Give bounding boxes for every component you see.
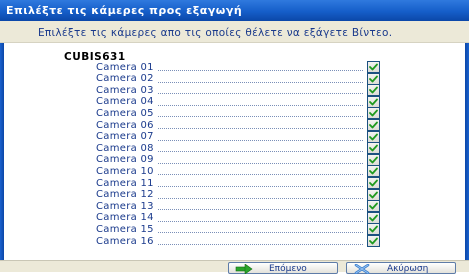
camera-label: Camera 03 bbox=[96, 84, 154, 96]
camera-label: Camera 06 bbox=[96, 119, 154, 131]
dotted-leader bbox=[157, 139, 363, 141]
window-title: Επιλέξτε τις κάμερες προς εξαγωγή bbox=[0, 0, 469, 21]
camera-row: Camera 10 bbox=[96, 165, 380, 178]
camera-label: Camera 14 bbox=[96, 212, 154, 224]
dotted-leader bbox=[157, 232, 363, 234]
camera-row: Camera 13 bbox=[96, 200, 380, 213]
checkmark-icon bbox=[369, 63, 378, 71]
dotted-leader bbox=[157, 162, 363, 164]
checkmark-icon bbox=[369, 86, 378, 94]
checkmark-icon bbox=[369, 237, 378, 245]
dotted-leader bbox=[157, 197, 363, 199]
camera-checkbox[interactable] bbox=[367, 200, 380, 213]
camera-row: Camera 11 bbox=[96, 177, 380, 189]
checkmark-icon bbox=[369, 121, 378, 129]
dotted-leader bbox=[157, 220, 363, 222]
checkmark-icon bbox=[369, 133, 378, 140]
next-button-label: Επόμενο bbox=[269, 264, 307, 274]
window-frame-right bbox=[465, 21, 469, 271]
camera-label: Camera 09 bbox=[96, 154, 154, 166]
camera-checkbox[interactable] bbox=[367, 142, 380, 155]
camera-checkbox[interactable] bbox=[367, 223, 380, 236]
camera-label: Camera 16 bbox=[96, 235, 154, 247]
camera-row: Camera 09 bbox=[96, 153, 380, 166]
camera-label: Camera 10 bbox=[96, 165, 154, 177]
dotted-leader bbox=[157, 93, 363, 95]
camera-label: Camera 15 bbox=[96, 223, 154, 235]
checkmark-icon bbox=[369, 167, 378, 175]
camera-checkbox[interactable] bbox=[367, 177, 380, 189]
camera-checkbox[interactable] bbox=[367, 72, 380, 85]
checkmark-icon bbox=[369, 109, 378, 117]
dotted-leader bbox=[157, 209, 363, 211]
camera-checkbox[interactable] bbox=[367, 165, 380, 178]
camera-label: Camera 05 bbox=[96, 107, 154, 119]
camera-row: Camera 04 bbox=[96, 95, 380, 108]
checkmark-icon bbox=[369, 202, 378, 210]
camera-row: Camera 01 bbox=[96, 61, 380, 73]
checkmark-icon bbox=[369, 225, 378, 233]
camera-row: Camera 02 bbox=[96, 72, 380, 85]
checkmark-icon bbox=[369, 156, 378, 164]
camera-label: Camera 08 bbox=[96, 142, 154, 154]
camera-row: Camera 14 bbox=[96, 211, 380, 224]
camera-label: Camera 13 bbox=[96, 200, 154, 212]
camera-label: Camera 12 bbox=[96, 189, 154, 201]
instruction-text: Επιλέξτε τις κάμερες απο τις οποίες θέλε… bbox=[0, 21, 469, 43]
camera-label: Camera 04 bbox=[96, 96, 154, 108]
camera-row: Camera 07 bbox=[96, 130, 380, 143]
camera-checkbox[interactable] bbox=[367, 95, 380, 108]
dotted-leader bbox=[157, 70, 363, 71]
arrow-right-icon bbox=[235, 263, 253, 275]
checkmark-icon bbox=[369, 75, 378, 82]
dotted-leader bbox=[157, 128, 363, 129]
checkmark-icon bbox=[369, 98, 378, 106]
camera-label: Camera 07 bbox=[96, 131, 154, 143]
camera-row: Camera 03 bbox=[96, 84, 380, 97]
camera-row: Camera 12 bbox=[96, 188, 380, 201]
camera-row: Camera 15 bbox=[96, 223, 380, 236]
camera-checkbox[interactable] bbox=[367, 188, 380, 201]
camera-checkbox[interactable] bbox=[367, 235, 380, 247]
checkmark-icon bbox=[369, 214, 378, 222]
cancel-button[interactable]: Ακύρωση bbox=[346, 262, 456, 275]
camera-checkbox[interactable] bbox=[367, 130, 380, 143]
camera-checkbox[interactable] bbox=[367, 211, 380, 224]
camera-checkbox[interactable] bbox=[367, 107, 380, 120]
dotted-leader bbox=[157, 151, 363, 153]
camera-checkbox[interactable] bbox=[367, 84, 380, 97]
camera-row: Camera 05 bbox=[96, 107, 380, 120]
next-button[interactable]: Επόμενο bbox=[228, 262, 338, 275]
cancel-button-label: Ακύρωση bbox=[387, 264, 429, 274]
checkmark-icon bbox=[369, 144, 378, 152]
dotted-leader bbox=[157, 116, 363, 118]
camera-label: Camera 02 bbox=[96, 73, 154, 85]
camera-row: Camera 06 bbox=[96, 119, 380, 131]
camera-checkbox[interactable] bbox=[367, 119, 380, 131]
camera-checkbox[interactable] bbox=[367, 153, 380, 166]
dotted-leader bbox=[157, 244, 363, 245]
camera-label: Camera 01 bbox=[96, 61, 154, 73]
dotted-leader bbox=[157, 186, 363, 187]
camera-checkbox[interactable] bbox=[367, 61, 380, 73]
checkmark-icon bbox=[369, 179, 378, 187]
camera-row: Camera 16 bbox=[96, 235, 380, 247]
dotted-leader bbox=[157, 174, 363, 176]
dotted-leader bbox=[157, 81, 363, 83]
dotted-leader bbox=[157, 104, 363, 106]
camera-label: Camera 11 bbox=[96, 177, 154, 189]
camera-row: Camera 08 bbox=[96, 142, 380, 155]
checkmark-icon bbox=[369, 191, 378, 198]
close-x-icon bbox=[353, 263, 371, 275]
